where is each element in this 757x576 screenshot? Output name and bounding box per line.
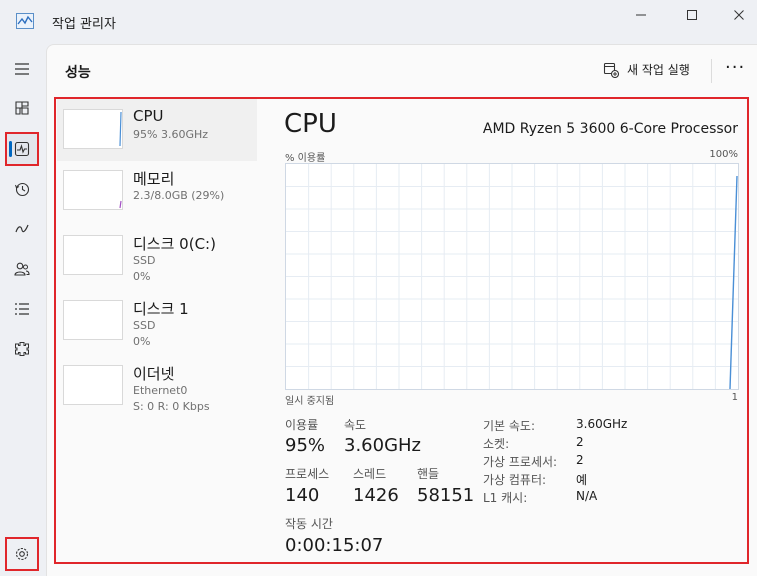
list-item-title: 이더넷 xyxy=(133,365,175,383)
minimize-icon xyxy=(636,14,646,16)
nav-users[interactable] xyxy=(5,252,39,286)
nav-sidebar xyxy=(0,44,46,575)
list-item-title: CPU xyxy=(133,107,164,125)
page-title: 성능 xyxy=(65,65,91,81)
nav-performance[interactable] xyxy=(5,132,39,166)
list-item-sub: 95% 3.60GHz xyxy=(133,128,209,141)
memory-thumbnail xyxy=(63,170,123,210)
settings-icon xyxy=(15,547,29,561)
list-item-title: 디스크 1 xyxy=(133,300,189,318)
cpu-thumbnail xyxy=(63,109,123,149)
base-speed-label: 기본 속도: xyxy=(483,419,536,433)
more-icon: ··· xyxy=(725,57,746,78)
list-item-sub: 2.3/8.0GB (29%) xyxy=(133,189,225,202)
virtual-machine-value: 예 xyxy=(576,473,588,487)
processes-value: 140 xyxy=(285,485,320,506)
processes-label: 프로세스 xyxy=(285,467,330,481)
list-item-disk0[interactable]: 디스크 0(C:) SSD 0% xyxy=(57,225,257,287)
performance-panel: CPU 95% 3.60GHz 메모리 2.3/8.0GB (29%) 디스크 … xyxy=(54,97,749,564)
list-item-sub: SSD xyxy=(133,254,156,267)
list-item-cpu[interactable]: CPU 95% 3.60GHz xyxy=(57,99,257,161)
list-item-disk1[interactable]: 디스크 1 SSD 0% xyxy=(57,290,257,352)
processes-icon xyxy=(15,101,29,115)
threads-label: 스레드 xyxy=(353,467,387,481)
virtual-processors-label: 가상 프로세서: xyxy=(483,455,558,469)
menu-icon xyxy=(15,63,29,75)
nav-menu-button[interactable] xyxy=(5,52,39,86)
sockets-label: 소켓: xyxy=(483,437,510,451)
disk0-thumbnail xyxy=(63,235,123,275)
threads-value: 1426 xyxy=(353,485,399,506)
handles-label: 핸들 xyxy=(417,467,440,481)
performance-icon xyxy=(14,141,30,157)
window-title: 작업 관리자 xyxy=(52,17,116,32)
task-manager-icon xyxy=(16,13,34,29)
list-item-title: 메모리 xyxy=(133,170,175,188)
cpu-detail: CPU AMD Ryzen 5 3600 6-Core Processor % … xyxy=(284,99,744,562)
speed-label: 속도 xyxy=(344,418,367,432)
ethernet-thumbnail xyxy=(63,365,123,405)
list-item-sub2: 0% xyxy=(133,335,151,348)
nav-processes[interactable] xyxy=(5,91,39,125)
graph-y-label: % 이용률 xyxy=(285,153,326,164)
list-item-sub: SSD xyxy=(133,319,156,332)
main-content: 성능 새 작업 실행 ··· CPU 95% 3.60GHz 메모리 2.3/8… xyxy=(46,44,757,576)
nav-settings[interactable] xyxy=(5,537,39,571)
cpu-utilization-graph xyxy=(285,163,739,390)
nav-details[interactable] xyxy=(5,292,39,326)
graph-status: 일시 중지됨 xyxy=(285,396,335,407)
run-new-task-label: 새 작업 실행 xyxy=(627,63,690,77)
header-divider xyxy=(711,59,712,83)
nav-app-history[interactable] xyxy=(5,172,39,206)
close-icon xyxy=(734,10,744,20)
list-item-sub2: 0% xyxy=(133,270,151,283)
virtual-processors-value: 2 xyxy=(576,453,584,467)
graph-grid xyxy=(286,164,738,389)
detail-title: CPU xyxy=(284,109,337,139)
minimize-button[interactable] xyxy=(618,0,664,30)
graph-x-label: 1 xyxy=(731,392,738,403)
list-item-ethernet[interactable]: 이더넷 Ethernet0 S: 0 R: 0 Kbps xyxy=(57,355,257,417)
details-icon xyxy=(15,303,29,315)
nav-services[interactable] xyxy=(5,332,39,366)
maximize-icon xyxy=(687,10,697,20)
cpu-thumbnail-line xyxy=(119,111,122,147)
users-icon xyxy=(14,262,30,276)
base-speed-value: 3.60GHz xyxy=(576,417,628,431)
memory-thumbnail-line xyxy=(119,200,122,209)
graph-y-max: 100% xyxy=(709,149,738,160)
startup-icon xyxy=(15,224,29,233)
maximize-button[interactable] xyxy=(669,0,715,30)
list-item-memory[interactable]: 메모리 2.3/8.0GB (29%) xyxy=(57,160,257,222)
sockets-value: 2 xyxy=(576,435,584,449)
uptime-value: 0:00:15:07 xyxy=(285,535,384,556)
speed-value: 3.60GHz xyxy=(344,435,422,456)
l1-cache-value: N/A xyxy=(576,489,598,503)
disk1-thumbnail xyxy=(63,300,123,340)
run-new-task-button[interactable]: 새 작업 실행 xyxy=(603,61,690,78)
active-indicator xyxy=(9,141,12,157)
virtual-machine-label: 가상 컴퓨터: xyxy=(483,473,547,487)
utilization-label: 이용률 xyxy=(285,418,319,432)
app-history-icon xyxy=(15,182,30,197)
close-button[interactable] xyxy=(716,0,757,30)
services-icon xyxy=(15,342,29,356)
handles-value: 58151 xyxy=(417,485,475,506)
title-bar: 작업 관리자 xyxy=(0,0,757,44)
nav-startup[interactable] xyxy=(5,212,39,246)
list-item-sub: Ethernet0 xyxy=(133,384,188,397)
more-options-button[interactable]: ··· xyxy=(725,59,745,77)
l1-cache-label: L1 캐시: xyxy=(483,491,528,505)
cpu-usage-line xyxy=(729,175,738,390)
list-item-sub2: S: 0 R: 0 Kbps xyxy=(133,400,210,413)
resource-list: CPU 95% 3.60GHz 메모리 2.3/8.0GB (29%) 디스크 … xyxy=(56,99,257,562)
processor-model: AMD Ryzen 5 3600 6-Core Processor xyxy=(482,121,738,137)
new-task-icon xyxy=(603,62,619,78)
list-item-title: 디스크 0(C:) xyxy=(133,235,216,253)
uptime-label: 작동 시간 xyxy=(285,517,333,531)
utilization-value: 95% xyxy=(285,435,326,456)
